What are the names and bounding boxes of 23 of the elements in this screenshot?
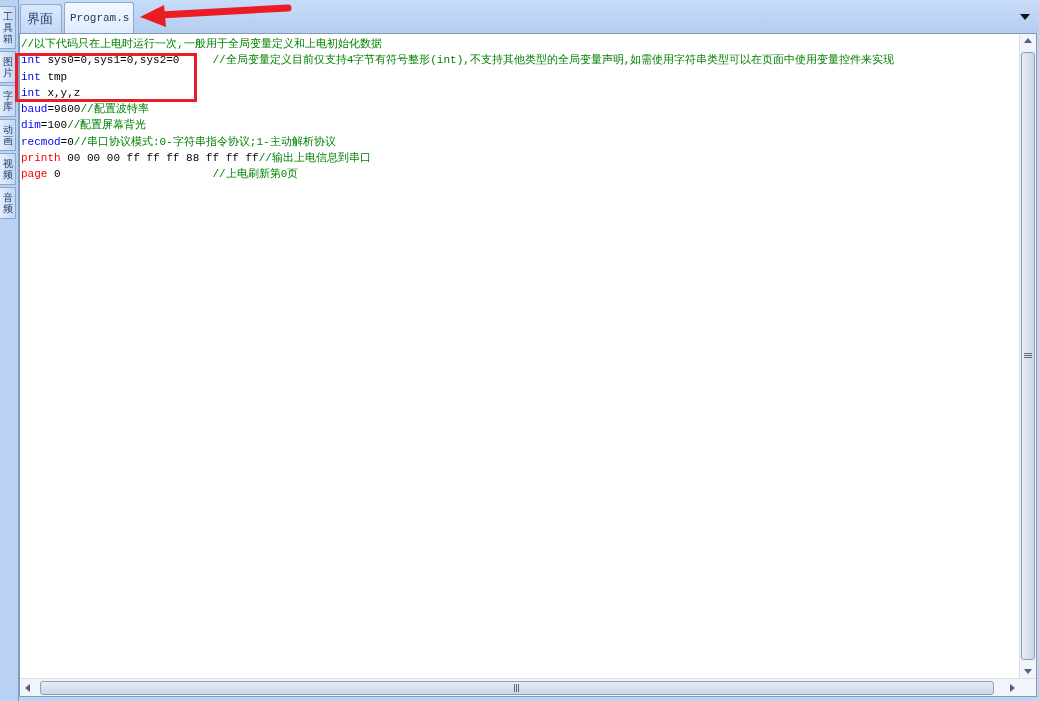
code-line: //以下代码只在上电时运行一次,一般用于全局变量定义和上电初始化数据 [21,37,383,52]
side-tab[interactable]: 动画 [0,119,16,151]
code-line: dim=100//配置屏幕背光 [21,117,148,134]
code-line: recmod=0//串口协议模式:0-字符串指令协议;1-主动解析协议 [21,134,337,150]
code-line: int x,y,z [21,85,82,101]
grip-icon [1024,353,1032,359]
editor-tab[interactable]: Program.s [64,2,135,33]
code-line: baud=9600//配置波特率 [21,102,150,118]
side-tab[interactable]: 视频 [0,153,16,185]
grip-icon [514,683,520,692]
dropdown-caret-icon[interactable] [1019,13,1031,21]
code-line: int sys0=0,sys1=0,sys2=0 //全局变量定义目前仅支持4字节有符号整形(int),不支持其他类型的全局变量声明,如需使用字符串类型可以在页面中使用变量控件来实现 [21,53,896,69]
horizontal-scrollbar-thumb[interactable] [40,680,994,695]
editor-tab[interactable]: 界面 [20,4,62,33]
side-tab[interactable]: 图片 [0,51,16,83]
side-tab[interactable]: 工具箱 [0,6,16,49]
side-tab[interactable]: 音频 [0,187,16,219]
code-line: page 0 //上电刷新第0页 [21,167,300,183]
vertical-scrollbar-thumb[interactable] [1021,52,1035,660]
side-tab[interactable]: 字库 [0,85,16,117]
code-line: printh 00 00 00 ff ff ff 88 ff ff ff//输出上电信息到串口 [21,151,372,167]
code-line: int tmp [21,69,69,85]
arrow-icon [138,2,293,30]
